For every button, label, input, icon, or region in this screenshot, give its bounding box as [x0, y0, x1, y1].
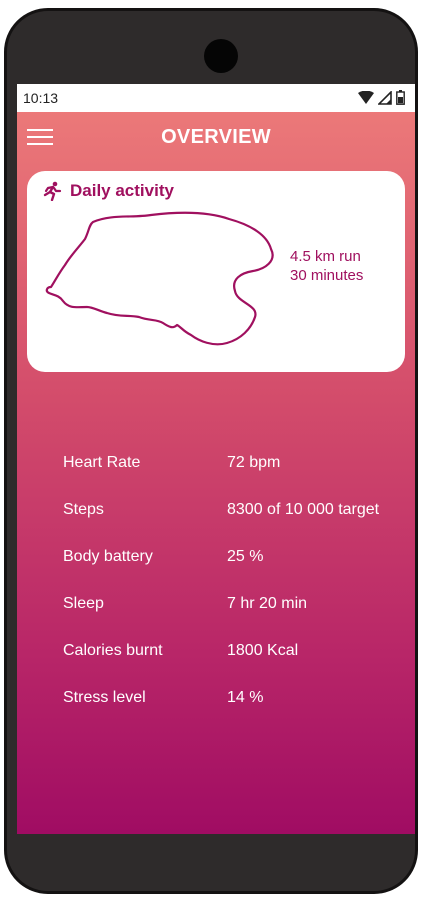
metric-row-heart-rate: Heart Rate 72 bpm	[63, 454, 413, 478]
metric-row-sleep: Sleep 7 hr 20 min	[63, 595, 413, 619]
daily-activity-card[interactable]: Daily activity 4.5 km run 30 minutes	[27, 171, 405, 372]
metric-label: Calories burnt	[63, 642, 163, 659]
status-icons	[358, 90, 405, 105]
metric-label: Heart Rate	[63, 454, 141, 471]
battery-icon	[396, 90, 405, 105]
front-camera	[204, 39, 238, 73]
wifi-icon	[358, 90, 374, 104]
run-distance: 4.5 km run	[290, 248, 361, 265]
metric-row-stress: Stress level 14 %	[63, 689, 413, 713]
page-title: OVERVIEW	[161, 126, 271, 148]
status-bar: 10:13	[17, 84, 415, 112]
metric-value: 14 %	[227, 689, 264, 706]
metric-label: Sleep	[63, 595, 104, 612]
status-time: 10:13	[23, 90, 59, 106]
metric-value: 8300 of 10 000 target	[227, 501, 380, 518]
running-person-icon	[43, 181, 62, 201]
card-header: Daily activity	[42, 181, 174, 201]
metric-value: 72 bpm	[227, 454, 281, 471]
run-route-map	[45, 211, 274, 346]
metric-row-steps: Steps 8300 of 10 000 target	[63, 501, 413, 525]
metric-value: 25 %	[227, 548, 264, 565]
metric-row-calories: Calories burnt 1800 Kcal	[63, 642, 413, 666]
activity-stats: 4.5 km run 30 minutes	[290, 247, 363, 285]
app-bar: OVERVIEW	[17, 112, 415, 168]
metric-label: Body battery	[63, 548, 153, 565]
metric-value: 7 hr 20 min	[227, 595, 308, 612]
app-screen: 10:13 OVERVIEW Daily activity 4.5 km run…	[17, 84, 415, 834]
metric-row-body-battery: Body battery 25 %	[63, 548, 413, 572]
metric-label: Stress level	[63, 689, 146, 706]
metric-label: Steps	[63, 501, 104, 518]
signal-icon	[378, 90, 392, 105]
card-title: Daily activity	[70, 181, 174, 200]
metric-value: 1800 Kcal	[227, 642, 299, 659]
run-duration: 30 minutes	[290, 267, 364, 284]
